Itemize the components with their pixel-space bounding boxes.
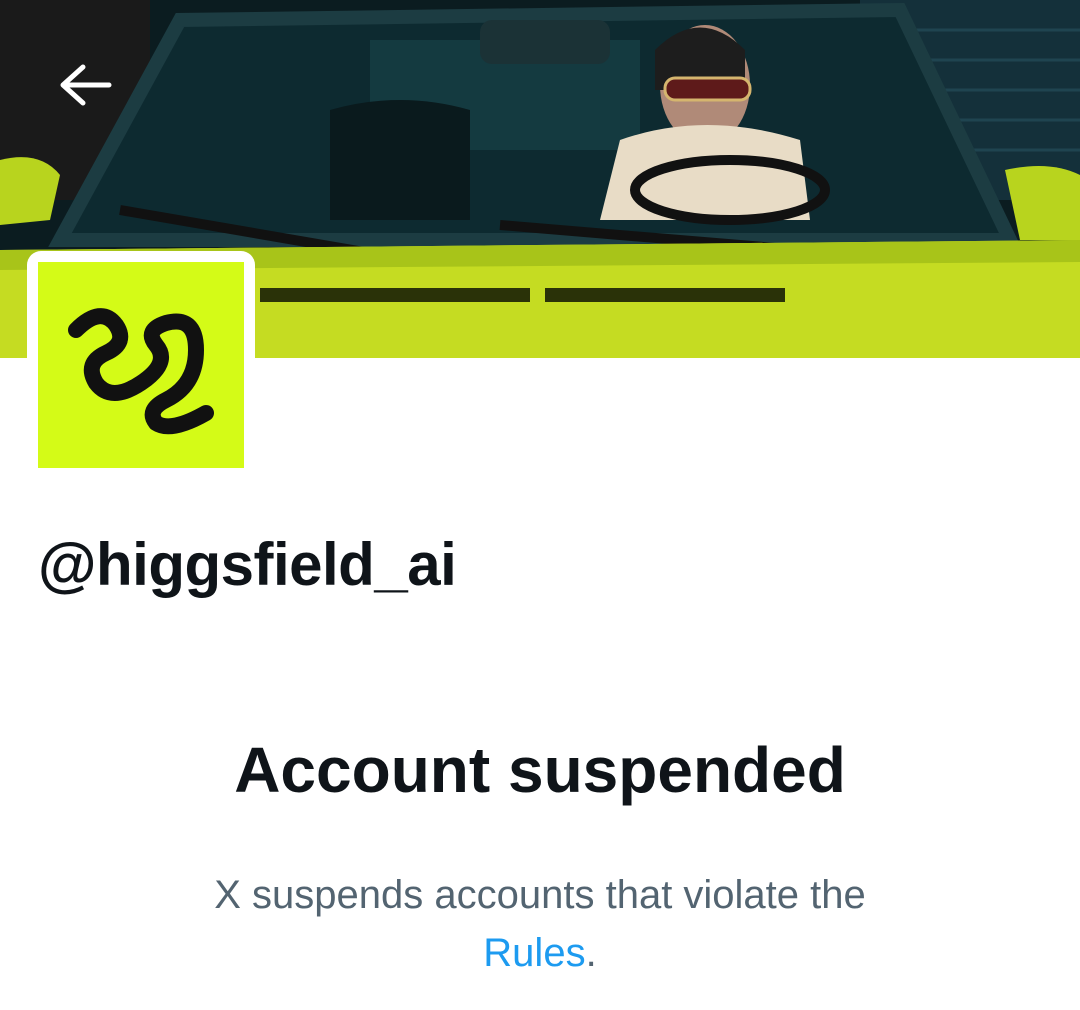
suspension-title: Account suspended: [234, 734, 846, 806]
profile-handle: @higgsfield_ai: [38, 531, 457, 598]
arrow-left-icon: [60, 64, 112, 106]
suspension-description: X suspends accounts that violate the Rul…: [140, 866, 940, 982]
profile-avatar[interactable]: [27, 251, 255, 479]
back-button[interactable]: [50, 50, 120, 120]
higgsfield-logo: [68, 308, 214, 435]
rules-link[interactable]: Rules: [483, 931, 585, 975]
sentence-period: .: [585, 931, 597, 975]
suspension-text: X suspends accounts that violate the: [214, 873, 866, 917]
avatar-background: [38, 262, 244, 468]
